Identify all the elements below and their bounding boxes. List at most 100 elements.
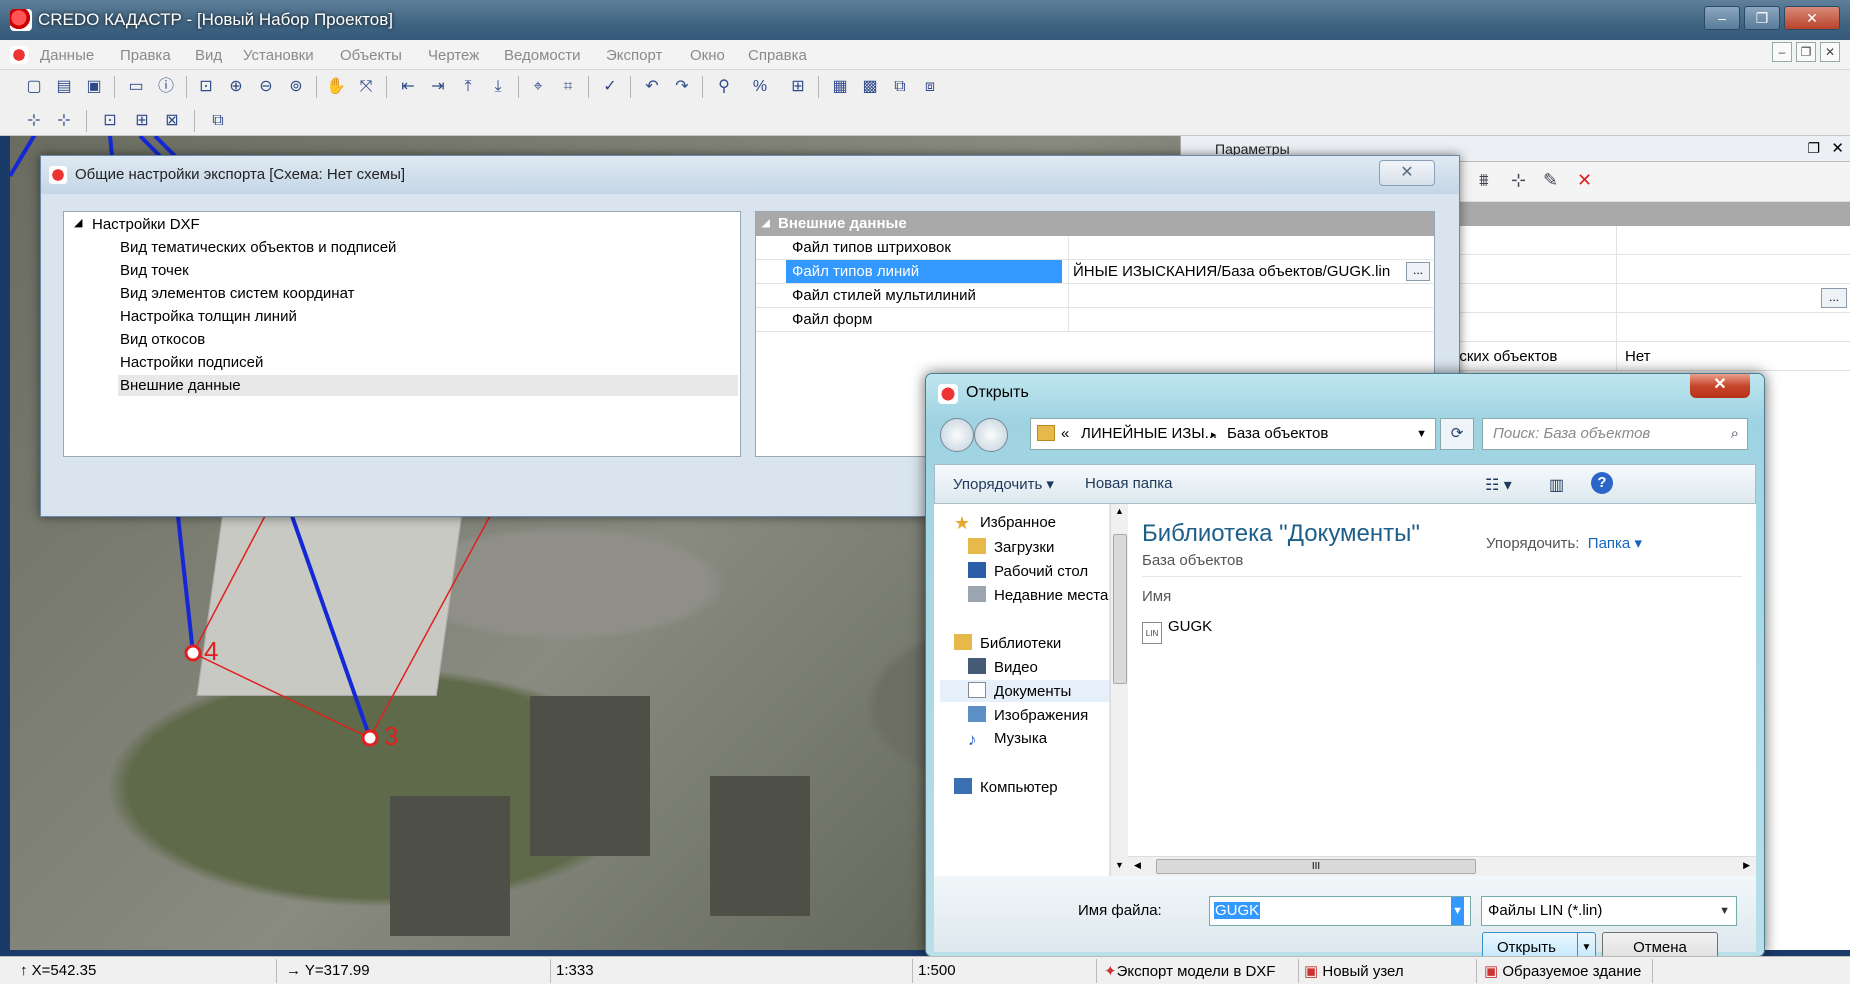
nav-computer[interactable]: Компьютер — [954, 778, 1058, 796]
redo-icon[interactable]: ↷ — [670, 75, 694, 99]
property-row[interactable]: Файл форм — [756, 308, 1434, 332]
frame-icon[interactable]: ▭ — [124, 75, 148, 99]
menu-window[interactable]: Окно — [690, 47, 725, 64]
filename-input[interactable]: GUGK ▼ — [1209, 896, 1471, 926]
tree-item[interactable]: Вид откосов — [120, 331, 205, 348]
nav-video[interactable]: Видео — [968, 658, 1038, 676]
info-icon[interactable]: ⓘ — [154, 75, 178, 99]
stack-icon[interactable]: ⩩ — [1479, 170, 1489, 191]
copy-icon[interactable]: ⧉ — [206, 109, 230, 133]
box-icon[interactable]: ⊡ — [98, 109, 122, 133]
save-icon[interactable]: ▣ — [82, 75, 106, 99]
nav-scrollbar[interactable]: ▲ ▼ — [1110, 504, 1128, 876]
browse-ellipsis-button[interactable]: ... — [1406, 262, 1430, 281]
chevron-down-icon[interactable]: ▼ — [1416, 428, 1427, 440]
property-row-selected[interactable]: Файл типов линий ЙНЫЕ ИЗЫСКАНИЯ/База объ… — [756, 260, 1434, 284]
view-options-icon[interactable]: ☷ ▾ — [1485, 475, 1512, 495]
menu-view[interactable]: Вид — [195, 47, 222, 64]
address-bar[interactable]: « ЛИНЕЙНЫЕ ИЗЫ... ▸ База объектов ▼ — [1030, 418, 1436, 450]
menu-objects[interactable]: Объекты — [340, 47, 402, 64]
ruler-icon[interactable]: ⊹ — [1511, 170, 1526, 191]
mdi-restore-button[interactable]: ❐ — [1796, 42, 1816, 62]
binoculars-icon[interactable]: ⚲ — [712, 75, 736, 99]
nav-favorites[interactable]: ★ Избранное — [954, 514, 1056, 532]
menu-data[interactable]: Данные — [40, 47, 94, 64]
dialog-close-button[interactable]: ✕ — [1690, 374, 1750, 398]
property-row[interactable]: Файл стилей мультилиний — [756, 284, 1434, 308]
zoom-out-icon[interactable]: ⊖ — [254, 75, 278, 99]
add-point-icon[interactable]: ⊹ — [22, 109, 46, 133]
collapse-arrow-icon[interactable]: ◢ — [762, 212, 770, 236]
back-button[interactable] — [940, 418, 974, 452]
open-folder-icon[interactable]: ▤ — [52, 75, 76, 99]
zoom-in-icon[interactable]: ⊕ — [224, 75, 248, 99]
menu-reports[interactable]: Ведомости — [504, 47, 581, 64]
menu-settings[interactable]: Установки — [243, 47, 314, 64]
undo-icon[interactable]: ↶ — [640, 75, 664, 99]
preview-pane-icon[interactable]: ▥ — [1549, 475, 1564, 495]
tree-root[interactable]: Настройки DXF — [92, 216, 200, 233]
nav-downloads[interactable]: Загрузки — [968, 538, 1054, 556]
dialog-close-button[interactable]: ✕ — [1379, 160, 1435, 186]
param-ellipsis-button[interactable]: ... — [1821, 288, 1847, 308]
unlink-icon[interactable]: ⧈ — [918, 75, 942, 99]
collapse-arrow-icon[interactable]: ◢ — [74, 216, 82, 229]
fit-icon[interactable]: ⤧ — [354, 75, 378, 99]
delete-icon[interactable]: ✕ — [1577, 170, 1592, 191]
nav-pictures[interactable]: Изображения — [968, 706, 1088, 724]
add-node-icon[interactable]: ⊹ — [52, 109, 76, 133]
filetype-select[interactable]: Файлы LIN (*.lin) ▼ — [1481, 896, 1737, 926]
forward-button[interactable] — [974, 418, 1008, 452]
nav-music[interactable]: ♪ Музыка — [968, 730, 1047, 748]
close-button[interactable]: ✕ — [1784, 6, 1840, 30]
minimize-button[interactable]: – — [1704, 6, 1740, 30]
tree-item[interactable]: Настройки подписей — [120, 354, 263, 371]
task-building[interactable]: ▣ Образуемое здание — [1484, 962, 1641, 980]
menu-drawing[interactable]: Чертеж — [428, 47, 479, 64]
menu-export[interactable]: Экспорт — [606, 47, 662, 64]
tree-item[interactable]: Вид тематических объектов и подписей — [120, 239, 396, 256]
panel-close-icon[interactable]: ✕ — [1831, 139, 1844, 157]
organize-button[interactable]: Упорядочить ▾ — [953, 475, 1054, 493]
tree-item[interactable]: Вид точек — [120, 262, 189, 279]
grid-icon[interactable]: ▩ — [858, 75, 882, 99]
select-icon[interactable]: ⌖ — [526, 75, 550, 99]
scroll-thumb[interactable]: III — [1156, 859, 1476, 874]
refresh-button[interactable]: ⟳ — [1440, 418, 1474, 450]
param-value[interactable]: Нет — [1616, 342, 1850, 371]
deselect-icon[interactable]: ⌗ — [556, 75, 580, 99]
move-right-icon[interactable]: ⇥ — [426, 75, 450, 99]
help-icon[interactable]: ? — [1591, 472, 1613, 494]
search-input[interactable]: Поиск: База объектов ⌕ — [1482, 418, 1748, 450]
insert-icon[interactable]: ⊞ — [130, 109, 154, 133]
panel-float-icon[interactable]: ❐ — [1807, 140, 1820, 157]
tree-item[interactable]: Настройка толщин линий — [120, 308, 297, 325]
scroll-thumb[interactable] — [1113, 534, 1127, 684]
nav-desktop[interactable]: Рабочий стол — [968, 562, 1088, 580]
zoom-window-icon[interactable]: ⊡ — [194, 75, 218, 99]
nav-recent[interactable]: Недавние места — [968, 586, 1108, 604]
menu-edit[interactable]: Правка — [120, 47, 171, 64]
tree-item[interactable]: Вид элементов систем координат — [120, 285, 354, 302]
breadcrumb-item[interactable]: ЛИНЕЙНЫЕ ИЗЫ... — [1081, 425, 1217, 442]
tree-item-selected[interactable]: Внешние данные — [118, 375, 738, 396]
arrange-by[interactable]: Упорядочить: Папка ▾ — [1486, 534, 1642, 552]
check-icon[interactable]: ✓ — [598, 75, 622, 99]
zoom-all-icon[interactable]: ⊚ — [284, 75, 308, 99]
nav-documents[interactable]: Документы — [940, 680, 1109, 702]
task-new-node[interactable]: ▣ Новый узел — [1304, 962, 1404, 980]
restore-button[interactable]: ❐ — [1744, 6, 1780, 30]
move-left-icon[interactable]: ⇤ — [396, 75, 420, 99]
column-header-name[interactable]: Имя — [1142, 588, 1171, 605]
percent-icon[interactable]: % — [748, 75, 772, 99]
preview-icon[interactable]: ⊞ — [786, 75, 810, 99]
breadcrumb-item[interactable]: База объектов — [1227, 425, 1328, 442]
survey-point[interactable] — [184, 644, 202, 662]
nav-libraries[interactable]: Библиотеки — [954, 634, 1061, 652]
task-export-dxf[interactable]: ✦Экспорт модели в DXF — [1104, 962, 1275, 980]
new-folder-button[interactable]: Новая папка — [1085, 475, 1172, 492]
survey-point[interactable] — [361, 729, 379, 747]
new-file-icon[interactable]: ▢ — [22, 75, 46, 99]
pen-icon[interactable]: ✎ — [1543, 170, 1558, 191]
pan-icon[interactable]: ✋ — [324, 75, 348, 99]
